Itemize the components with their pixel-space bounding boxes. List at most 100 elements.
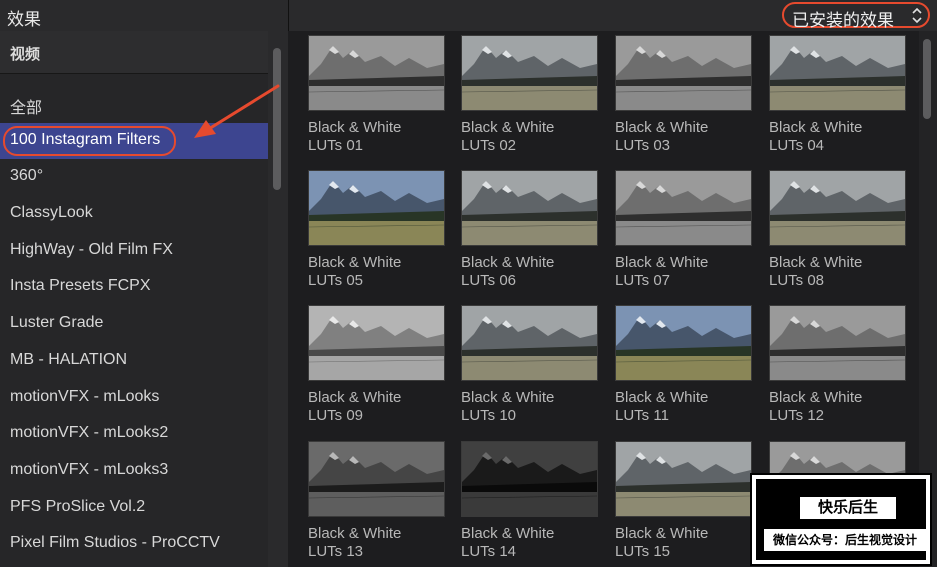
effect-name-line2: LUTs 07 [615,272,671,289]
dropdown-label: 已安装的效果 [792,11,894,30]
sidebar-item-label: Insta Presets FCPX [10,277,151,295]
sidebar-item-label: ClassyLook [10,204,93,222]
effect-tile[interactable]: Black & White LUTs 14 [461,441,598,561]
installed-effects-dropdown[interactable]: 已安装的效果 [782,2,930,30]
effect-thumbnail [308,35,445,111]
effect-name: Black & White LUTs 01 [308,119,445,155]
sidebar-item-label: motionVFX - mLooks3 [10,460,169,478]
effect-tile[interactable]: Black & White LUTs 03 [615,35,752,155]
effect-name: Black & White LUTs 12 [769,389,906,425]
watermark-subtitle: 微信公众号：后生视觉设计 [764,529,926,551]
sidebar-item-label: motionVFX - mLooks [10,387,160,405]
effect-tile[interactable]: Black & White LUTs 02 [461,35,598,155]
effect-name: Black & White LUTs 06 [461,254,598,290]
effect-thumbnail [769,170,906,246]
effect-name-line1: Black & White [615,389,709,406]
effect-name: Black & White LUTs 14 [461,525,598,561]
effect-thumbnail [615,305,752,381]
sidebar-item[interactable]: MB - HALATION [0,343,268,380]
up-down-chevron-icon [912,7,922,24]
effect-name-line1: Black & White [308,254,402,271]
effect-thumbnail [615,170,752,246]
effect-thumbnail [308,441,445,517]
effect-name-line1: Black & White [769,119,863,136]
effect-name-line2: LUTs 10 [461,407,517,424]
effect-name-line2: LUTs 15 [615,543,671,560]
sidebar-item[interactable]: Insta Presets FCPX [0,269,268,306]
effect-name-line1: Black & White [308,389,402,406]
effect-tile[interactable]: Black & White LUTs 08 [769,170,906,290]
effect-thumbnail [615,35,752,111]
effect-tile[interactable]: Black & White LUTs 04 [769,35,906,155]
effect-tile[interactable]: Black & White LUTs 01 [308,35,445,155]
sidebar-item-label: HighWay - Old Film FX [10,240,173,258]
effect-tile[interactable]: Black & White LUTs 06 [461,170,598,290]
effect-name: Black & White LUTs 13 [308,525,445,561]
effect-thumbnail [769,35,906,111]
effect-tile[interactable]: Black & White LUTs 11 [615,305,752,425]
effect-name-line1: Black & White [308,119,402,136]
effect-thumbnail [461,305,598,381]
panel-title: 效果 [7,10,41,29]
effect-name-line2: LUTs 04 [769,137,825,154]
video-category-header[interactable]: 视频 [0,31,270,74]
effect-name: Black & White LUTs 07 [615,254,752,290]
effect-name: Black & White LUTs 11 [615,389,752,425]
effect-name-line2: LUTs 13 [308,543,364,560]
sidebar-item[interactable]: motionVFX - mLooks [0,380,268,417]
watermark: 快乐后生 微信公众号：后生视觉设计 [750,473,932,566]
effect-name-line1: Black & White [769,254,863,271]
effect-name: Black & White LUTs 05 [308,254,445,290]
watermark-title: 快乐后生 [800,497,896,519]
effect-name: Black & White LUTs 04 [769,119,906,155]
effect-name-line2: LUTs 14 [461,543,517,560]
effect-name-line2: LUTs 03 [615,137,671,154]
effect-name: Black & White LUTs 09 [308,389,445,425]
effect-tile[interactable]: Black & White LUTs 07 [615,170,752,290]
video-header-label: 视频 [10,46,41,63]
effect-name-line2: LUTs 05 [308,272,364,289]
effect-name-line1: Black & White [615,254,709,271]
effect-name-line2: LUTs 01 [308,137,364,154]
sidebar-item[interactable]: PFS ProSlice Vol.2 [0,490,268,527]
effect-name-line2: LUTs 09 [308,407,364,424]
sidebar-item-label: Pixel Film Studios - ProCCTV [10,534,220,552]
top-bar: 效果 已安装的效果 [0,0,937,31]
effect-tile[interactable]: Black & White LUTs 10 [461,305,598,425]
sidebar-item[interactable]: Pixel Film Studios - ProCCTV [0,526,268,563]
sidebar-item[interactable]: HighWay - Old Film FX [0,233,268,270]
sidebar-item-label: 360° [10,167,44,185]
effect-name-line1: Black & White [461,389,555,406]
sidebar-item[interactable]: motionVFX - mLooks3 [0,453,268,490]
effect-name-line2: LUTs 08 [769,272,825,289]
sidebar-item-label: PFS ProSlice Vol.2 [10,497,146,515]
effect-name-line1: Black & White [461,254,555,271]
effect-name-line1: Black & White [461,119,555,136]
sidebar-item[interactable]: 360° [0,159,268,196]
sidebar-item-label: motionVFX - mLooks2 [10,424,169,442]
effect-tile[interactable]: Black & White LUTs 15 [615,441,752,561]
annotation-arrow-icon [194,84,280,138]
effect-thumbnail [615,441,752,517]
sidebar-item[interactable]: Luster Grade [0,306,268,343]
effect-tile[interactable]: Black & White LUTs 05 [308,170,445,290]
grid-scrollbar-thumb[interactable] [923,39,931,119]
effect-tile[interactable]: Black & White LUTs 12 [769,305,906,425]
sidebar-item-label: Luster Grade [10,314,104,332]
sidebar-item[interactable]: motionVFX - mLooks2 [0,416,268,453]
effect-thumbnail [769,305,906,381]
sidebar-item-label: MB - HALATION [10,350,128,368]
sidebar-item[interactable]: ClassyLook [0,196,268,233]
effect-thumbnail [308,305,445,381]
effects-header: 效果 [0,0,289,31]
effect-tile[interactable]: Black & White LUTs 09 [308,305,445,425]
effect-name: Black & White LUTs 08 [769,254,906,290]
effect-name-line1: Black & White [308,525,402,542]
effect-tile[interactable]: Black & White LUTs 13 [308,441,445,561]
effect-name: Black & White LUTs 02 [461,119,598,155]
effect-thumbnail [461,35,598,111]
effect-thumbnail [461,441,598,517]
sidebar-item-label: 100 Instagram Filters [10,130,161,148]
effect-name-line2: LUTs 06 [461,272,517,289]
effect-name-line2: LUTs 02 [461,137,517,154]
